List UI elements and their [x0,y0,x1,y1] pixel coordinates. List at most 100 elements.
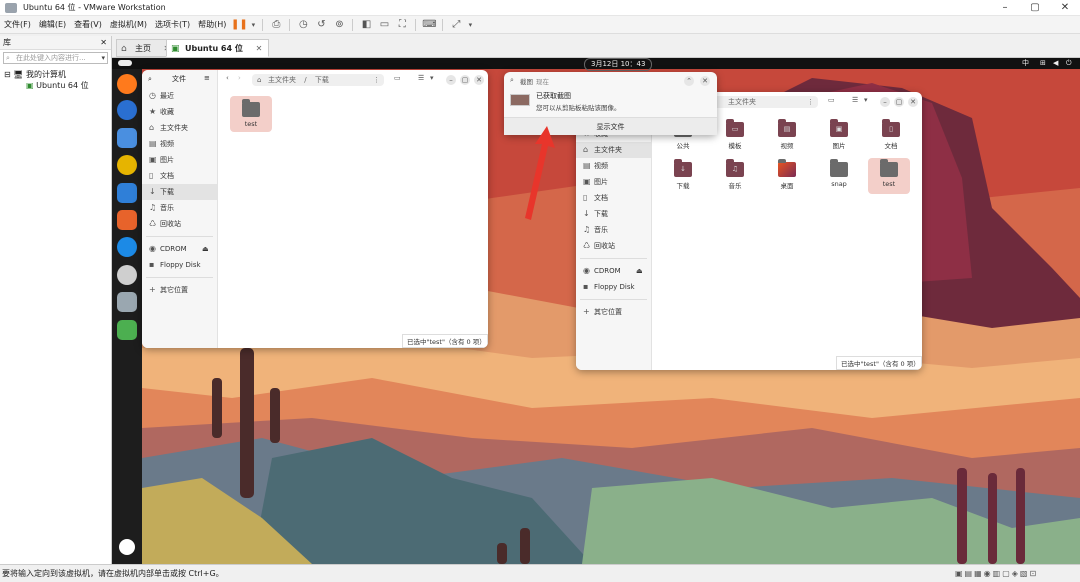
sidebar-item-trash[interactable]: ♺ 回收站 [576,238,651,254]
trash-icon[interactable] [117,320,137,340]
sidebar-item-downloads[interactable]: ↓ 下载 [142,184,217,200]
vm-display[interactable]: 3月12日 10：43 中 ⊞ ◀ ⏻ ⌕ 文件 ≡ ◷ 最近 ★ 收藏 ⌂ 主文件夹 [112,58,1080,564]
sidebar-item-other-locations[interactable]: + 其它位置 [576,304,651,320]
forward-icon[interactable]: › [238,74,241,82]
new-folder-icon[interactable]: ▭ [394,74,401,82]
view-list-icon[interactable]: ☰ [852,96,858,104]
more-icon[interactable]: ⋮ [807,96,814,108]
path-bar[interactable]: ⌂ 主文件夹 / 下载 ⋮ [252,74,384,86]
eject-icon[interactable]: ⏏ [202,241,209,257]
folder-test[interactable]: test [868,158,910,194]
menu-icon[interactable]: ≡ [204,74,210,82]
fullscreen-icon[interactable]: ⛶ [395,18,409,32]
folder-templates[interactable]: ▭ 模板 [714,119,756,150]
tree-item-ubuntu[interactable]: ▣ Ubuntu 64 位 [4,80,107,91]
close-button[interactable]: ✕ [1050,0,1080,16]
clock[interactable]: 3月12日 10：43 [584,58,653,71]
view-list-icon[interactable]: ☰ [418,74,424,82]
close-button[interactable]: ✕ [908,97,918,107]
sidebar-item-floppy[interactable]: ▪ Floppy Disk [142,257,217,273]
tree-item-my-computer[interactable]: ⊟ 🖥 我的计算机 [4,69,107,80]
floppy-icon[interactable] [117,292,137,312]
close-icon[interactable]: ✕ [256,44,263,53]
sidebar-item-videos[interactable]: ▤ 视频 [142,136,217,152]
expand-icon[interactable]: ⊟ [4,70,11,79]
pause-icon[interactable]: ❚❚ [231,18,248,32]
folder-music[interactable]: ♫ 音乐 [714,159,756,190]
rhythmbox-icon[interactable] [117,155,137,175]
chevron-down-icon[interactable]: ▾ [430,74,434,82]
folder-documents[interactable]: ▯ 文档 [870,119,912,150]
cdrom-icon[interactable] [117,265,137,285]
volume-icon[interactable]: ◀ [1053,58,1058,69]
sidebar-item-cdrom[interactable]: ◉ CDROM ⏏ [142,241,217,257]
close-icon[interactable]: ✕ [100,36,107,50]
sidebar-item-home[interactable]: ⌂ 主文件夹 [576,142,651,158]
folder-videos[interactable]: ▤ 视频 [766,119,808,150]
folder-snap[interactable]: snap [818,159,860,188]
chevron-down-icon[interactable]: ▾ [467,18,473,32]
maximize-button[interactable]: ▢ [1020,0,1050,16]
sidebar-item-documents[interactable]: ▯ 文档 [142,168,217,184]
menu-help[interactable]: 帮助(H) [194,16,230,34]
menu-vm[interactable]: 虚拟机(M) [106,16,151,34]
sidebar-item-home[interactable]: ⌂ 主文件夹 [142,120,217,136]
send-keys-icon[interactable]: ⎙ [269,18,283,32]
close-button[interactable]: ✕ [474,75,484,85]
folder-pictures[interactable]: ▣ 图片 [818,119,860,150]
software-icon[interactable] [117,210,137,230]
sidebar-item-other-locations[interactable]: + 其它位置 [142,282,217,298]
back-icon[interactable]: ‹ [226,74,229,82]
sidebar-item-cdrom[interactable]: ◉ CDROM ⏏ [576,263,651,279]
sidebar-item-music[interactable]: ♫ 音乐 [576,222,651,238]
maximize-button[interactable]: ▢ [894,97,904,107]
show-apps-icon[interactable] [119,539,135,555]
help-icon[interactable] [117,237,137,257]
thumbnail-view-icon[interactable]: ▭ [377,18,391,32]
power-icon[interactable]: ⏻ [1066,58,1072,69]
sidebar-item-trash[interactable]: ♺ 回收站 [142,216,217,232]
path-current[interactable]: 主文件夹 [728,98,756,106]
sidebar-item-pictures[interactable]: ▣ 图片 [142,152,217,168]
sidebar-item-music[interactable]: ♫ 音乐 [142,200,217,216]
minimize-button[interactable]: – [446,75,456,85]
sidebar-item-documents[interactable]: ▯ 文档 [576,190,651,206]
folder-desktop[interactable]: 桌面 [766,159,808,190]
menu-edit[interactable]: 编辑(E) [35,16,70,34]
library-search-input[interactable]: ⌕ 在此处键入内容进行... ▾ [3,52,108,64]
files-icon[interactable] [117,128,137,148]
close-icon[interactable]: ✕ [700,76,710,86]
sidebar-item-downloads[interactable]: ↓ 下载 [576,206,651,222]
tab-ubuntu[interactable]: ▣ Ubuntu 64 位 ✕ [166,39,270,57]
stretch-icon[interactable]: ⤢ [449,18,463,32]
snapshot-icon[interactable]: ◷ [296,18,310,32]
minimize-button[interactable]: – [990,0,1020,16]
thunderbird-icon[interactable] [117,100,137,120]
library-view-icon[interactable]: ◧ [359,18,373,32]
console-icon[interactable]: ⌨ [422,18,436,32]
path-current[interactable]: 下载 [315,76,329,84]
revert-snapshot-icon[interactable]: ↺ [314,18,328,32]
sidebar-item-starred[interactable]: ★收藏 [142,104,217,120]
search-icon[interactable]: ⌕ [148,75,152,84]
sidebar-item-videos[interactable]: ▤ 视频 [576,158,651,174]
folder-test[interactable]: test [230,96,272,132]
menu-view[interactable]: 查看(V) [70,16,106,34]
sidebar-item-pictures[interactable]: ▣ 图片 [576,174,651,190]
activities-icon[interactable] [118,60,132,66]
new-folder-icon[interactable]: ▭ [828,96,835,104]
writer-icon[interactable] [117,183,137,203]
eject-icon[interactable]: ⏏ [636,263,643,279]
input-method[interactable]: 中 [1022,58,1029,69]
collapse-icon[interactable]: ⌃ [684,76,694,86]
chevron-down-icon[interactable]: ▾ [101,53,105,64]
device-status-icon[interactable]: ▣▤▦◉▥▢◈▧⊡ [955,565,1038,582]
menu-file[interactable]: 文件(F) [0,16,35,34]
path-home[interactable]: 主文件夹 [268,76,296,84]
more-icon[interactable]: ⋮ [373,74,380,86]
maximize-button[interactable]: ▢ [460,75,470,85]
sidebar-item-floppy[interactable]: ▪ Floppy Disk [576,279,651,295]
firefox-icon[interactable] [117,74,137,94]
chevron-down-icon[interactable]: ▾ [250,18,256,32]
menu-tabs[interactable]: 选项卡(T) [151,16,194,34]
